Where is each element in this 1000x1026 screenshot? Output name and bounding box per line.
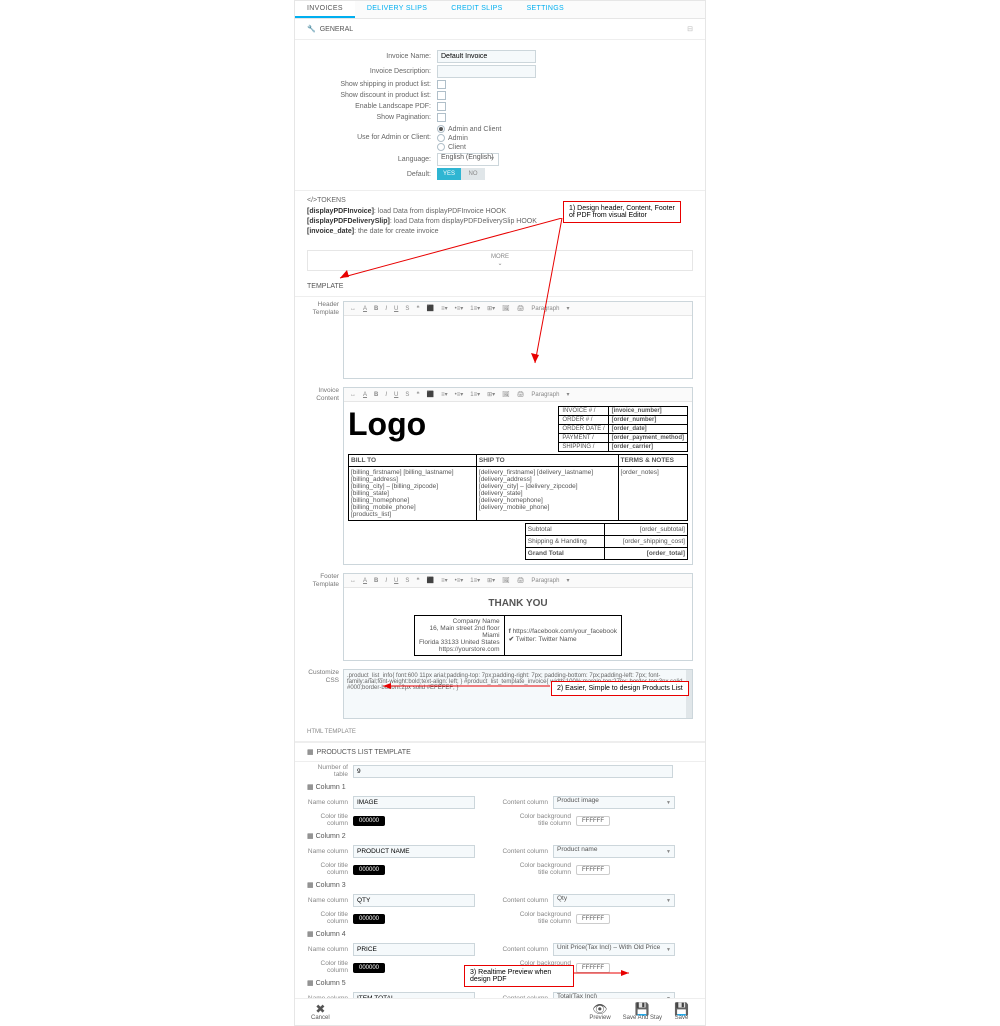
num-table-input[interactable] — [353, 765, 673, 778]
column-header: Column 3 — [295, 878, 705, 892]
invoice-meta: INVOICE # /[invoice_number]ORDER # /[ord… — [558, 406, 688, 452]
col-name-input[interactable] — [353, 796, 475, 809]
more-button[interactable]: MORE⌄ — [307, 250, 693, 271]
save-button[interactable]: 💾Save — [668, 1003, 695, 1021]
save-icon: 💾 — [623, 1003, 662, 1015]
color-chip[interactable]: FFFFFF — [576, 914, 610, 924]
color-chip[interactable]: FFFFFF — [576, 963, 610, 973]
radio-admin[interactable] — [437, 134, 445, 142]
wrench-icon: 🔧 — [307, 25, 316, 33]
landscape-checkbox[interactable] — [437, 102, 446, 111]
col-content-select[interactable]: Product name — [553, 845, 675, 858]
section-general: 🔧GENERAL⊟ — [295, 19, 705, 40]
collapse-icon[interactable]: ⊟ — [687, 25, 693, 33]
color-chip[interactable]: 000000 — [353, 963, 385, 973]
language-select[interactable]: English (English) — [437, 153, 499, 166]
footer-editor[interactable]: ↔ABIUS❝⬛≡▾•≡▾1≡▾⊞▾🖼🖨Paragraph▾ THANK YOU… — [343, 573, 693, 661]
invoice-desc-input[interactable] — [437, 65, 536, 78]
invoice-totals: Subtotal[order_subtotal]Shipping & Handl… — [525, 523, 688, 560]
col-content-select[interactable]: Product image — [553, 796, 675, 809]
callout-1: 1) Design header, Content, Footer of PDF… — [563, 201, 681, 223]
color-chip[interactable]: 000000 — [353, 865, 385, 875]
col-content-select[interactable]: Qty — [553, 894, 675, 907]
thank-you: THANK YOU — [348, 598, 688, 609]
preview-button[interactable]: 👁Preview — [583, 1003, 616, 1021]
column-header: Column 1 — [295, 780, 705, 794]
grid-icon: ▦ — [307, 748, 314, 756]
callout-3: 3) Realtime Preview when design PDF — [464, 965, 574, 987]
default-switch[interactable]: YESNO — [437, 168, 485, 180]
radio-client[interactable] — [437, 143, 445, 151]
save-stay-button[interactable]: 💾Save And Stay — [617, 1003, 668, 1021]
col-name-input[interactable] — [353, 845, 475, 858]
save-icon: 💾 — [674, 1003, 689, 1015]
header-editor[interactable]: ↔ABIUS❝⬛≡▾•≡▾1≡▾⊞▾🖼🖨Paragraph▾ — [343, 301, 693, 379]
tab-invoices[interactable]: INVOICES — [295, 1, 355, 18]
pagination-checkbox[interactable] — [437, 113, 446, 122]
col-name-input[interactable] — [353, 943, 475, 956]
section-products-list: ▦PRODUCTS LIST TEMPLATE — [295, 742, 705, 762]
color-chip[interactable]: FFFFFF — [576, 865, 610, 875]
editor-toolbar[interactable]: ↔ABIUS❝⬛≡▾•≡▾1≡▾⊞▾🖼🖨Paragraph▾ — [344, 574, 692, 588]
tab-bar: INVOICES DELIVERY SLIPS CREDIT SLIPS SET… — [295, 1, 705, 19]
color-chip[interactable]: FFFFFF — [576, 816, 610, 826]
radio-admin-client[interactable] — [437, 125, 445, 133]
section-template: TEMPLATE — [295, 277, 705, 297]
editor-toolbar[interactable]: ↔ABIUS❝⬛≡▾•≡▾1≡▾⊞▾🖼🖨Paragraph▾ — [344, 388, 692, 402]
callout-2: 2) Easier, Simple to design Products Lis… — [551, 681, 689, 696]
tab-credit[interactable]: CREDIT SLIPS — [439, 1, 514, 18]
color-chip[interactable]: 000000 — [353, 914, 385, 924]
editor-toolbar[interactable]: ↔ABIUS❝⬛≡▾•≡▾1≡▾⊞▾🖼🖨Paragraph▾ — [344, 302, 692, 316]
invoice-name-input[interactable] — [437, 50, 536, 63]
color-chip[interactable]: 000000 — [353, 816, 385, 826]
eye-icon: 👁 — [589, 1003, 610, 1015]
column-header: Column 4 — [295, 927, 705, 941]
cancel-icon: ✖ — [311, 1003, 330, 1015]
col-name-input[interactable] — [353, 894, 475, 907]
column-header: Column 2 — [295, 829, 705, 843]
footer-table: Company Name16, Main street 2nd floorMia… — [414, 615, 622, 656]
col-content-select[interactable]: Unit Price(Tax Incl) – With Old Price — [553, 943, 675, 956]
tab-settings[interactable]: SETTINGS — [515, 1, 576, 18]
content-editor[interactable]: ↔ABIUS❝⬛≡▾•≡▾1≡▾⊞▾🖼🖨Paragraph▾ INVOICE #… — [343, 387, 693, 565]
bottom-bar: ✖Cancel 👁Preview 💾Save And Stay 💾Save — [295, 998, 705, 1025]
tab-delivery[interactable]: DELIVERY SLIPS — [355, 1, 439, 18]
section-html-template: HTML TEMPLATE — [295, 723, 705, 742]
show-discount-checkbox[interactable] — [437, 91, 446, 100]
show-shipping-checkbox[interactable] — [437, 80, 446, 89]
cancel-button[interactable]: ✖Cancel — [305, 1003, 336, 1021]
invoice-address-table: BILL TOSHIP TOTERMS & NOTES [billing_fir… — [348, 454, 688, 521]
